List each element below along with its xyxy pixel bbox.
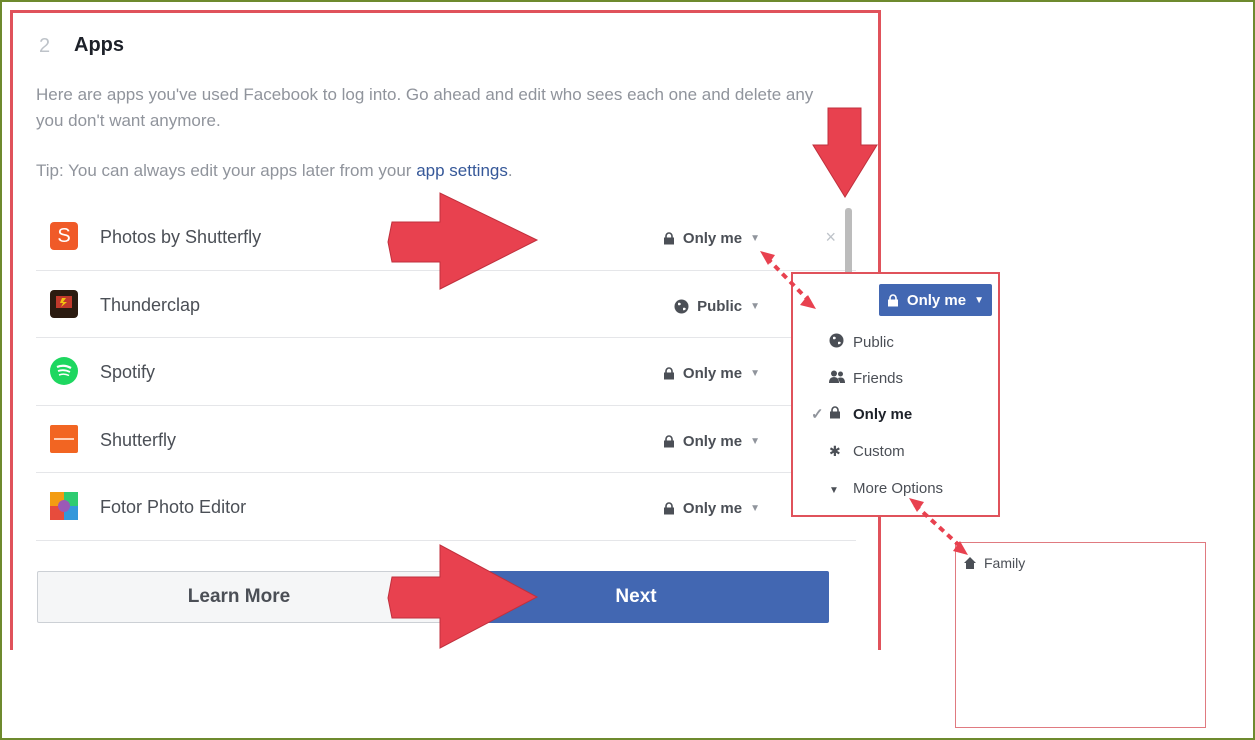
privacy-selector[interactable]: Only me ▼ bbox=[663, 365, 760, 382]
app-row: Thunderclap Public ▼ bbox=[36, 271, 856, 338]
menu-item-more-options[interactable]: ▼ More Options bbox=[811, 476, 943, 500]
lock-icon bbox=[663, 367, 674, 380]
fotor-icon bbox=[50, 492, 78, 520]
privacy-selector[interactable]: Only me ▼ bbox=[663, 500, 760, 517]
privacy-dropdown-toggle[interactable]: Only me ▼ bbox=[878, 284, 992, 316]
privacy-label: Only me bbox=[682, 230, 743, 247]
chevron-down-icon: ▼ bbox=[974, 294, 984, 306]
menu-item-label: Family bbox=[984, 555, 1026, 571]
menu-item-label: Only me bbox=[853, 405, 913, 423]
app-list: S Photos by Shutterfly Only me ▼ × Thund… bbox=[36, 203, 856, 541]
lock-icon bbox=[663, 434, 674, 447]
app-settings-link[interactable]: app settings bbox=[416, 161, 508, 180]
menu-item-label: Public bbox=[853, 333, 894, 351]
tip-prefix: Tip: You can always edit your apps later… bbox=[36, 161, 417, 180]
next-button[interactable]: Next bbox=[443, 571, 829, 623]
menu-item-friends[interactable]: Friends bbox=[811, 366, 903, 390]
selected-privacy: Only me bbox=[906, 291, 967, 309]
app-row: Spotify Only me ▼ bbox=[36, 338, 856, 406]
chevron-down-icon: ▼ bbox=[750, 300, 760, 312]
app-name: Fotor Photo Editor bbox=[100, 497, 247, 517]
remove-app-button[interactable]: × bbox=[825, 227, 836, 248]
menu-item-label: Friends bbox=[853, 369, 904, 387]
friends-icon bbox=[829, 370, 845, 383]
house-icon bbox=[964, 557, 976, 569]
app-row: Fotor Photo Editor Only me ▼ bbox=[36, 473, 856, 541]
chevron-down-icon: ▼ bbox=[750, 368, 760, 379]
app-name: Photos by Shutterfly bbox=[100, 227, 262, 247]
privacy-label: Only me bbox=[682, 365, 743, 382]
learn-more-button[interactable]: Learn More bbox=[37, 571, 441, 623]
privacy-selector[interactable]: Only me ▼ bbox=[663, 230, 760, 247]
lock-icon bbox=[663, 502, 674, 515]
app-name: Spotify bbox=[100, 362, 156, 382]
privacy-selector[interactable]: Only me ▼ bbox=[663, 433, 760, 450]
privacy-label: Public bbox=[697, 297, 743, 315]
menu-item-public[interactable]: Public bbox=[811, 330, 894, 354]
chevron-down-icon: ▼ bbox=[750, 503, 760, 514]
lock-icon bbox=[830, 405, 840, 418]
app-name: Shutterfly bbox=[100, 429, 177, 450]
lock-icon bbox=[663, 232, 674, 245]
chevron-down-icon: ▼ bbox=[750, 233, 760, 244]
privacy-selector[interactable]: Public ▼ bbox=[674, 298, 760, 315]
triangle-down-icon: ▼ bbox=[829, 484, 839, 496]
app-row: Shutterfly Only me ▼ bbox=[36, 406, 856, 473]
shutterfly-s-icon: S bbox=[50, 222, 78, 250]
chevron-down-icon: ▼ bbox=[750, 435, 760, 447]
privacy-label: Only me bbox=[682, 500, 743, 517]
menu-item-custom[interactable]: ✱ Custom bbox=[811, 439, 905, 463]
app-row: S Photos by Shutterfly Only me ▼ × bbox=[36, 203, 856, 271]
scrollbar[interactable] bbox=[845, 208, 852, 278]
menu-item-only-me[interactable]: ✓ Only me bbox=[811, 402, 912, 426]
menu-item-label: More Options bbox=[853, 479, 944, 497]
tip-text: Tip: You can always edit your apps later… bbox=[36, 161, 513, 181]
menu-item-family[interactable]: Family bbox=[964, 555, 1025, 571]
intro-text: Here are apps you've used Facebook to lo… bbox=[36, 85, 814, 130]
step-number: 2 bbox=[39, 35, 51, 57]
privacy-label: Only me bbox=[682, 432, 743, 450]
thunderclap-icon bbox=[50, 289, 78, 318]
shutterfly-icon bbox=[50, 424, 78, 453]
tip-suffix: . bbox=[507, 161, 513, 180]
more-options-panel: Family bbox=[955, 542, 1206, 728]
globe-icon bbox=[674, 299, 689, 313]
privacy-dropdown-menu: Only me ▼ Public Friends ✓ Only me ✱ Cus… bbox=[791, 272, 1000, 517]
menu-item-label: Custom bbox=[853, 442, 905, 460]
lock-icon bbox=[887, 293, 898, 306]
section-title: Apps bbox=[74, 34, 124, 56]
globe-icon bbox=[829, 333, 844, 347]
app-name: Thunderclap bbox=[100, 294, 201, 315]
check-icon: ✓ bbox=[811, 406, 824, 423]
spotify-icon bbox=[50, 357, 78, 385]
gear-icon: ✱ bbox=[829, 442, 841, 459]
